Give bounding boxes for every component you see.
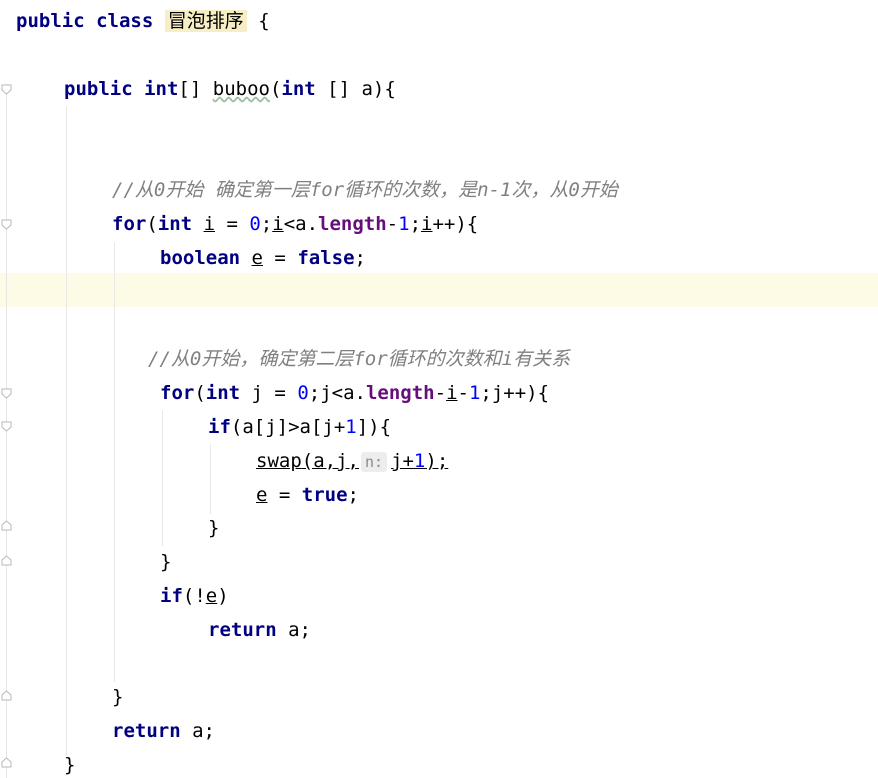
code-comment[interactable]: //从0开始 确定第一层for循环的次数，是n-1次，从0开始 — [112, 173, 618, 207]
code-line-close-brace[interactable]: } — [112, 680, 123, 714]
indent-guide — [162, 410, 163, 546]
indent-guide — [114, 242, 115, 682]
code-line-boolean[interactable]: boolean e = false; — [160, 241, 366, 275]
indent-guide — [210, 444, 211, 514]
parameter-hint: n: — [360, 451, 388, 472]
fold-open-icon[interactable] — [1, 421, 12, 432]
class-name-highlight: 冒泡排序 — [164, 10, 247, 32]
fold-open-icon[interactable] — [1, 84, 12, 95]
code-line-close-brace[interactable]: } — [160, 545, 171, 579]
method-name: buboo — [212, 78, 270, 100]
swap-call: swap(a,j, — [256, 450, 359, 472]
code-line-close-brace[interactable]: } — [64, 748, 75, 778]
fold-open-icon[interactable] — [1, 388, 12, 399]
fold-close-icon[interactable] — [1, 690, 12, 701]
code-line-class-decl[interactable]: public class 冒泡排序 { — [16, 4, 270, 38]
indent-guide — [66, 106, 67, 756]
code-line-return[interactable]: return a; — [112, 714, 215, 748]
current-line-highlight — [0, 273, 878, 307]
code-line-return[interactable]: return a; — [208, 613, 311, 647]
code-line-method-decl[interactable]: public int[] buboo(int [] a){ — [64, 72, 396, 106]
code-line-for-outer[interactable]: for(int i = 0;i<a.length-1;i++){ — [112, 207, 478, 241]
code-line-if-compare[interactable]: if(a[j]>a[j+1]){ — [208, 410, 391, 444]
fold-close-icon[interactable] — [1, 555, 12, 566]
fold-close-icon[interactable] — [1, 757, 12, 768]
fold-open-icon[interactable] — [1, 219, 12, 230]
fold-close-icon[interactable] — [1, 520, 12, 531]
code-line-close-brace[interactable]: } — [208, 511, 219, 545]
code-editor[interactable]: public class 冒泡排序 { public int[] buboo(i… — [0, 0, 878, 778]
code-comment[interactable]: //从0开始，确定第二层for循环的次数和i有关系 — [148, 342, 570, 376]
code-line-if-not-e[interactable]: if(!e) — [160, 579, 229, 613]
code-line-assign-true[interactable]: e = true; — [256, 478, 359, 512]
code-line-for-inner[interactable]: for(int j = 0;j<a.length-i-1;j++){ — [160, 376, 549, 410]
code-line-swap[interactable]: swap(a,j, n: j+1); — [256, 444, 448, 478]
